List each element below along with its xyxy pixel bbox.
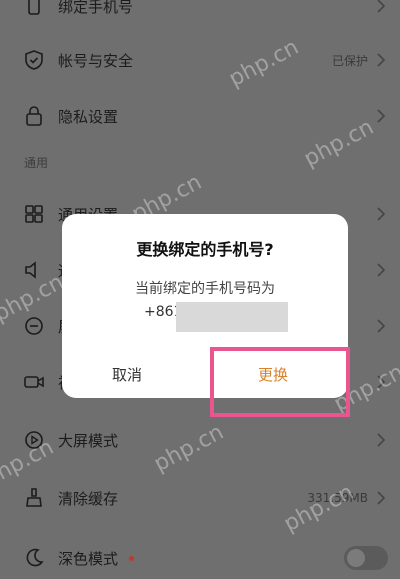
dark-mode-label: 深色模式 [58, 549, 119, 568]
dark-mode-row: 深色模式 [0, 534, 400, 579]
toggle-knob [347, 549, 365, 567]
chevron-right-icon [374, 207, 388, 221]
bind-phone-row[interactable]: 绑定手机号 [0, 0, 400, 30]
phone-icon [22, 0, 46, 18]
bind-phone-label: 绑定手机号 [58, 0, 134, 16]
dark-mode-toggle[interactable] [344, 546, 388, 570]
section-title-general: 通用 [24, 156, 49, 170]
clear-cache-label: 清除缓存 [58, 489, 119, 508]
shield-icon [22, 48, 46, 72]
big-screen-label: 大屏模式 [58, 431, 119, 450]
new-badge-dot [129, 556, 134, 561]
highlight-box [210, 347, 350, 417]
redacted-phone-number [176, 302, 288, 332]
chevron-right-icon [374, 433, 388, 447]
lock-icon [22, 104, 46, 128]
chevron-right-icon [374, 263, 388, 277]
account-security-status: 已保护 [331, 53, 368, 68]
dialog-message: 当前绑定的手机号码为 [135, 281, 275, 297]
video-camera-icon [22, 370, 46, 394]
dialog-title: 更换绑定的手机号? [136, 240, 274, 259]
chevron-right-icon [374, 319, 388, 333]
chevron-right-icon [374, 109, 388, 123]
cancel-button[interactable]: 取消 [112, 364, 142, 385]
grid-icon [22, 202, 46, 226]
minus-circle-icon [22, 314, 46, 338]
screen: 绑定手机号 帐号与安全 已保护 隐私设置 通用 通用设置 [0, 0, 400, 579]
chevron-right-icon [374, 491, 388, 505]
chevron-right-icon [374, 0, 388, 13]
account-security-row[interactable]: 帐号与安全 已保护 [0, 36, 400, 84]
moon-icon [22, 546, 46, 570]
privacy-settings-label: 隐私设置 [58, 107, 119, 126]
account-security-label: 帐号与安全 [58, 51, 134, 70]
chevron-right-icon [374, 53, 388, 67]
broom-icon [22, 486, 46, 510]
